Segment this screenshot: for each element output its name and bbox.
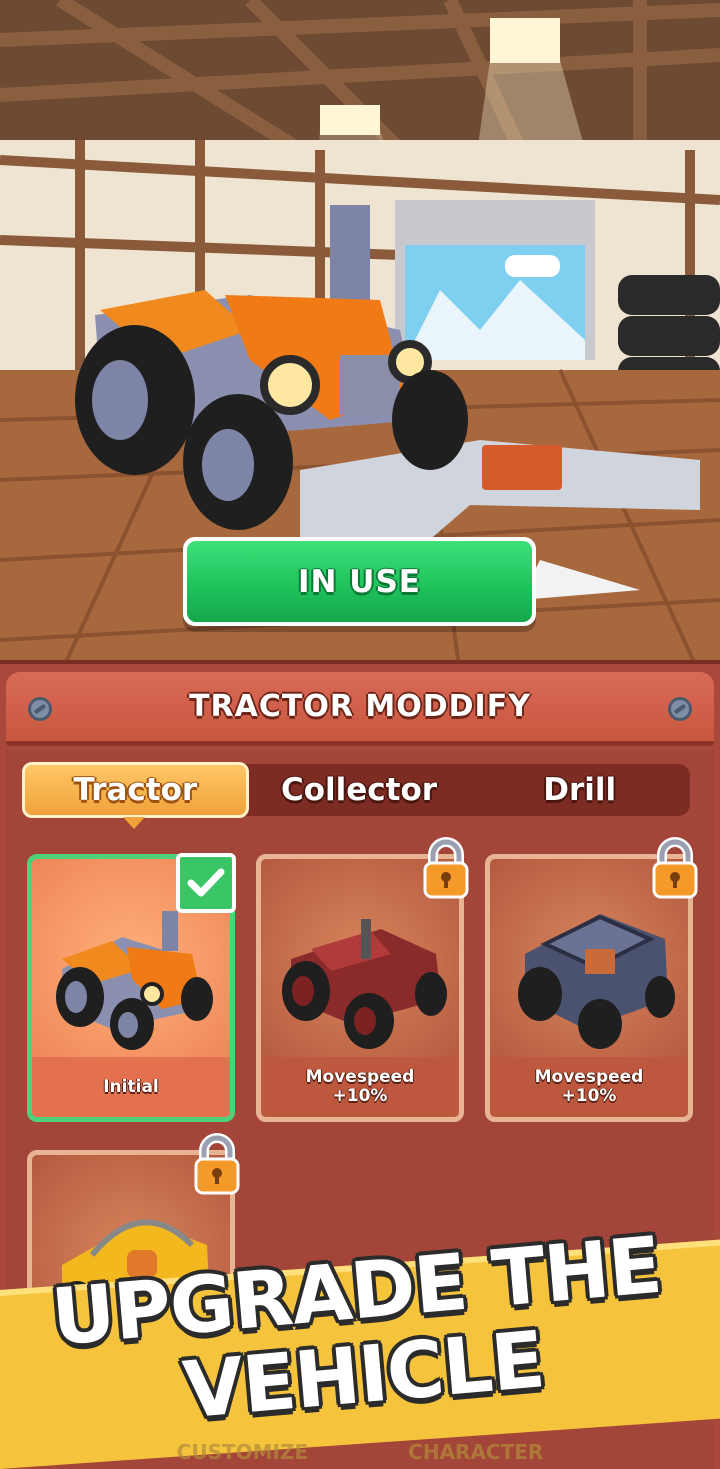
card-footer: Movespeed +10% (490, 1057, 688, 1117)
in-use-button[interactable]: IN USE (183, 537, 536, 626)
tab-collector[interactable]: Collector (249, 764, 470, 816)
vehicle-card-initial[interactable]: Initial (27, 853, 236, 1122)
vehicle-card-red-tractor[interactable]: Movespeed +10% (256, 837, 469, 1122)
tab-label: Collector (280, 772, 438, 808)
lock-icon (652, 837, 698, 899)
card-stat-value: +10% (561, 1086, 617, 1106)
card-stat-label: Movespeed (305, 1067, 415, 1087)
panel-title: TRACTOR MODDIFY (189, 689, 531, 724)
lock-icon (423, 837, 469, 899)
card-footer: Movespeed +10% (261, 1057, 459, 1117)
tab-tractor[interactable]: Tractor (22, 762, 249, 829)
card-stat-label: Movespeed (534, 1067, 644, 1087)
card-footer: Initial (32, 1057, 230, 1117)
in-use-label: IN USE (298, 563, 421, 600)
card-stat-value: +10% (332, 1086, 388, 1106)
bolt-icon (28, 697, 52, 721)
tab-label: Drill (543, 772, 617, 808)
tab-label: Tractor (73, 772, 198, 808)
tab-drill[interactable]: Drill (469, 764, 690, 816)
lock-icon (194, 1133, 240, 1195)
bottom-nav: CUSTOMIZE CHARACTER (0, 1440, 720, 1469)
card-label: Initial (103, 1076, 159, 1097)
vehicle-card-blue-buggy[interactable]: Movespeed +10% (485, 837, 698, 1122)
selected-check-icon (176, 853, 236, 913)
category-tabs: Tractor Collector Drill (22, 762, 690, 829)
bolt-icon (668, 697, 692, 721)
garage-scene: IN USE (0, 0, 720, 675)
nav-customize[interactable]: CUSTOMIZE (177, 1440, 308, 1469)
panel-header: TRACTOR MODDIFY (6, 672, 714, 746)
nav-character[interactable]: CHARACTER (408, 1440, 543, 1469)
